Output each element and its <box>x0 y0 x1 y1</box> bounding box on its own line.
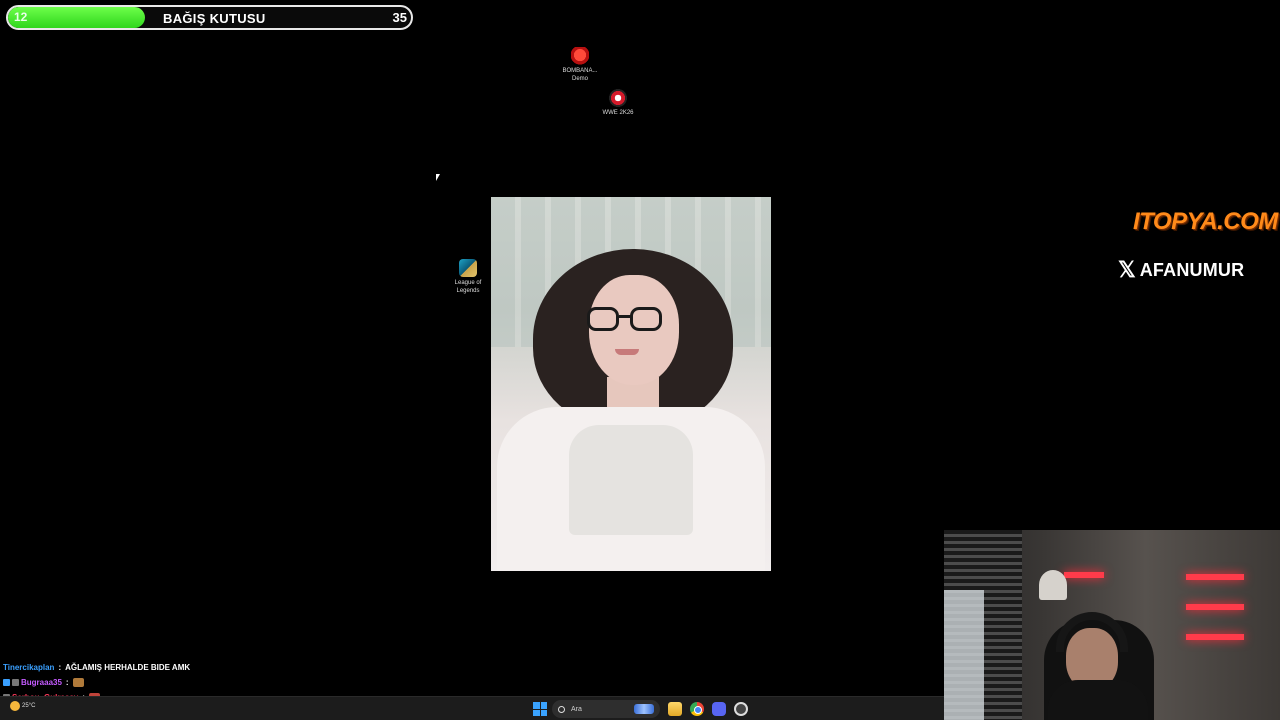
search-highlight-icon <box>634 704 654 714</box>
wwe-icon <box>609 89 627 107</box>
file-explorer-icon[interactable] <box>668 702 682 716</box>
chat-text: AĞLAMIŞ HERHALDE BIDE AMK <box>65 663 191 672</box>
mouse-cursor-icon <box>436 174 440 181</box>
desktop-icon-wwe[interactable]: WWE 2K26 <box>588 89 648 117</box>
taskbar-search[interactable]: Ara <box>552 700 660 718</box>
chat-username: Tinercikaplan <box>3 663 55 672</box>
weather-temp: 25°C <box>22 703 36 709</box>
donation-end-value: 35 <box>392 10 407 25</box>
donation-start-value: 12 <box>14 10 28 24</box>
headset-icon <box>1056 612 1128 652</box>
league-of-legends-icon <box>459 259 477 277</box>
donation-title: BAĞIŞ KUTUSU <box>163 11 266 26</box>
x-logo-icon: 𝕏 <box>1118 257 1136 282</box>
app-icon[interactable] <box>734 702 748 716</box>
social-handle-text: AFANUMUR <box>1139 259 1245 280</box>
discord-icon[interactable] <box>712 702 726 716</box>
search-placeholder: Ara <box>571 705 582 713</box>
taskbar: 25°C Ara <box>0 696 944 720</box>
chat-username: Bugraaa35 <box>21 678 62 687</box>
desktop-icon-bombana[interactable]: BOMBANA... Demo <box>550 47 610 83</box>
sponsor-logo: ITOPYA.COM <box>1133 208 1278 235</box>
webcam-feed <box>944 530 1280 720</box>
desktop-icon-league-of-legends[interactable]: League of Legends <box>438 259 498 295</box>
taskbar-weather[interactable]: 25°C <box>10 701 35 711</box>
badge-icon <box>12 679 19 686</box>
donation-progress-bar: 12 BAĞIŞ KUTUSU 35 <box>6 5 413 30</box>
bombana-icon <box>571 47 589 65</box>
chat-message: Tinercikaplan : AĞLAMIŞ HERHALDE BIDE AM… <box>3 663 191 672</box>
chat-message: Bugraaa35 : <box>3 675 303 690</box>
chrome-icon[interactable] <box>690 702 704 716</box>
subscriber-badge-icon <box>3 679 10 686</box>
photo-image[interactable] <box>491 197 771 571</box>
desktop-icon-label: BOMBANA... Demo <box>562 68 598 82</box>
desktop-icon-label: WWE 2K26 <box>602 110 634 116</box>
donation-progress-fill <box>8 7 146 28</box>
search-icon <box>558 705 565 713</box>
emote-icon <box>72 678 84 687</box>
desktop-icon-label: League of Legends <box>454 280 482 294</box>
weather-icon <box>10 701 20 711</box>
social-handle: 𝕏 AFANUMUR <box>1118 259 1244 281</box>
start-button[interactable] <box>533 702 547 716</box>
